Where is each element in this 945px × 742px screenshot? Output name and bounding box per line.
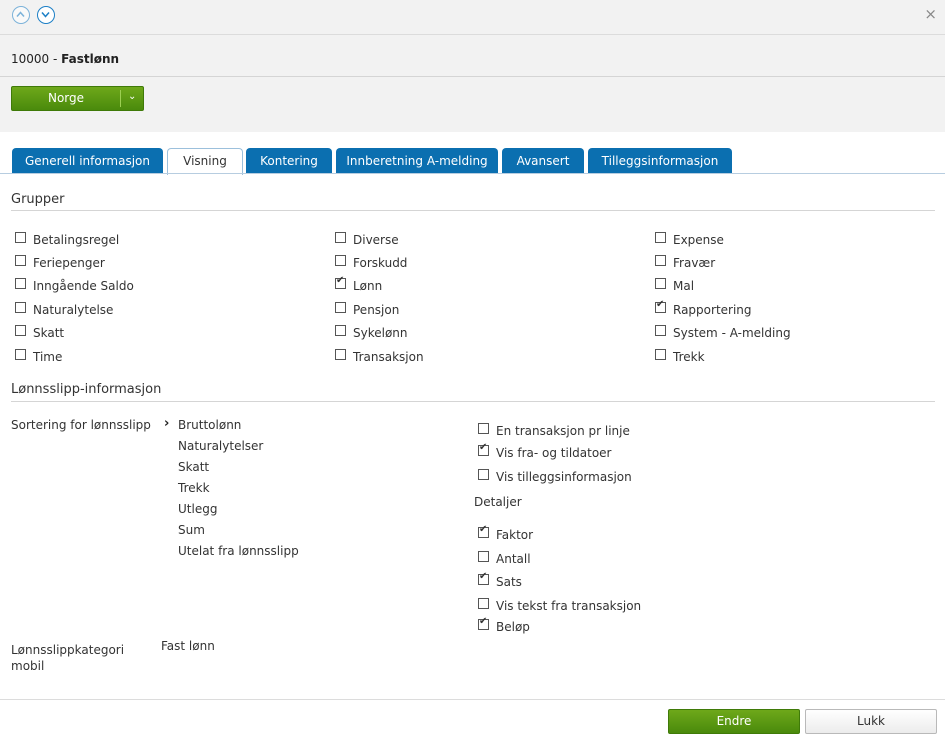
group-checkbox[interactable]: Time bbox=[15, 349, 62, 364]
sort-list-item[interactable]: Sum bbox=[178, 523, 205, 537]
checkbox[interactable] bbox=[655, 325, 666, 336]
checkbox[interactable] bbox=[15, 325, 26, 336]
divider bbox=[11, 210, 935, 211]
tab-kontering[interactable]: Kontering bbox=[246, 148, 332, 174]
detail-checkbox[interactable]: Antall bbox=[478, 551, 531, 566]
checkbox[interactable] bbox=[335, 232, 346, 243]
group-checkbox[interactable]: Naturalytelse bbox=[15, 302, 113, 317]
details-label: Detaljer bbox=[474, 495, 522, 509]
group-checkbox[interactable]: Pensjon bbox=[335, 302, 399, 317]
option-checkbox[interactable]: En transaksjon pr linje bbox=[478, 423, 630, 438]
checkbox[interactable] bbox=[335, 275, 346, 289]
group-checkbox[interactable]: Forskudd bbox=[335, 255, 407, 270]
country-split-button[interactable]: Norge ⌄ bbox=[11, 86, 144, 111]
header-panel: × 10000 - Fastlønn Norge ⌄ bbox=[0, 0, 945, 132]
sort-list-item[interactable]: Utelat fra lønnsslipp bbox=[178, 544, 299, 558]
checkbox[interactable] bbox=[478, 524, 489, 538]
group-checkbox[interactable]: Skatt bbox=[15, 325, 64, 340]
checkbox[interactable] bbox=[478, 551, 489, 562]
checkbox[interactable] bbox=[335, 302, 346, 313]
tab-innberetning-a-melding[interactable]: Innberetning A-melding bbox=[336, 148, 498, 174]
section-title-groups: Grupper bbox=[11, 192, 65, 207]
group-checkbox[interactable]: Inngående Saldo bbox=[15, 278, 134, 293]
detail-checkbox[interactable]: Faktor bbox=[478, 524, 533, 542]
group-checkbox[interactable]: Transaksjon bbox=[335, 349, 424, 364]
checkbox[interactable] bbox=[478, 469, 489, 480]
divider bbox=[120, 90, 121, 107]
tab-visning[interactable]: Visning bbox=[167, 148, 243, 175]
checkbox[interactable] bbox=[15, 255, 26, 266]
group-checkbox[interactable]: Mal bbox=[655, 278, 694, 293]
group-checkbox[interactable]: Fravær bbox=[655, 255, 715, 270]
close-button[interactable]: Lukk bbox=[805, 709, 937, 734]
checkbox[interactable] bbox=[15, 302, 26, 313]
group-checkbox[interactable]: Sykelønn bbox=[335, 325, 408, 340]
record-name: Fastlønn bbox=[61, 52, 120, 66]
sort-list-item[interactable]: Utlegg bbox=[178, 502, 217, 516]
option-checkbox[interactable]: Vis fra- og tildatoer bbox=[478, 442, 611, 460]
detail-checkbox[interactable]: Sats bbox=[478, 571, 522, 589]
category-label: Lønnsslippkategori bbox=[11, 643, 125, 657]
divider bbox=[0, 76, 945, 77]
chevron-up-icon bbox=[16, 11, 25, 17]
tab-tilleggsinformasjon[interactable]: Tilleggsinformasjon bbox=[588, 148, 732, 174]
sort-list-item[interactable]: Trekk bbox=[178, 481, 210, 495]
checkbox[interactable] bbox=[15, 349, 26, 360]
category-value: Fast lønn bbox=[161, 639, 215, 653]
record-id: 10000 - bbox=[11, 52, 62, 66]
chevron-down-icon[interactable]: ⌄ bbox=[128, 91, 136, 102]
detail-checkbox[interactable]: Vis tekst fra transaksjon bbox=[478, 598, 641, 613]
group-checkbox[interactable]: Diverse bbox=[335, 232, 399, 247]
checkbox[interactable] bbox=[478, 442, 489, 456]
checkbox[interactable] bbox=[655, 278, 666, 289]
next-record-button[interactable] bbox=[37, 6, 55, 24]
divider bbox=[0, 173, 945, 174]
header-toolbar: × bbox=[0, 0, 945, 35]
checkbox[interactable] bbox=[655, 255, 666, 266]
checkbox[interactable] bbox=[478, 571, 489, 585]
tab-avansert[interactable]: Avansert bbox=[502, 148, 584, 174]
group-checkbox[interactable]: System - A-melding bbox=[655, 325, 791, 340]
checkbox[interactable] bbox=[655, 232, 666, 243]
chevron-down-icon bbox=[41, 12, 50, 18]
detail-checkbox[interactable]: Beløp bbox=[478, 616, 530, 634]
tab-generell-informasjon[interactable]: Generell informasjon bbox=[12, 148, 163, 174]
edit-button[interactable]: Endre bbox=[668, 709, 800, 734]
checkbox[interactable] bbox=[335, 349, 346, 360]
divider bbox=[11, 401, 935, 402]
tab-bar: Generell informasjon Visning Kontering I… bbox=[0, 145, 945, 175]
group-checkbox[interactable]: Feriepenger bbox=[15, 255, 105, 270]
group-checkbox[interactable]: Betalingsregel bbox=[15, 232, 119, 247]
sort-label: Sortering for lønnsslipp bbox=[11, 418, 151, 432]
sort-list-item[interactable]: Naturalytelser bbox=[178, 439, 263, 453]
checkbox[interactable] bbox=[335, 255, 346, 266]
sort-list-item[interactable]: Skatt bbox=[178, 460, 209, 474]
section-title-payslip: Lønnsslipp-informasjon bbox=[11, 382, 162, 397]
checkbox[interactable] bbox=[335, 325, 346, 336]
group-checkbox[interactable]: Rapportering bbox=[655, 299, 752, 317]
close-icon[interactable]: × bbox=[924, 5, 937, 23]
category-label: mobil bbox=[11, 659, 45, 673]
group-checkbox[interactable]: Expense bbox=[655, 232, 724, 247]
divider bbox=[0, 699, 945, 700]
sort-list-item[interactable]: Bruttolønn bbox=[178, 418, 241, 432]
checkbox[interactable] bbox=[15, 232, 26, 243]
country-button-label[interactable]: Norge bbox=[12, 87, 120, 110]
checkbox[interactable] bbox=[655, 349, 666, 360]
option-checkbox[interactable]: Vis tilleggsinformasjon bbox=[478, 469, 632, 484]
group-checkbox[interactable]: Lønn bbox=[335, 275, 382, 293]
chevron-right-icon: › bbox=[164, 416, 170, 431]
checkbox[interactable] bbox=[15, 278, 26, 289]
previous-record-button[interactable] bbox=[12, 6, 30, 24]
checkbox[interactable] bbox=[478, 423, 489, 434]
checkbox[interactable] bbox=[655, 299, 666, 313]
checkbox[interactable] bbox=[478, 598, 489, 609]
group-checkbox[interactable]: Trekk bbox=[655, 349, 705, 364]
record-title: 10000 - Fastlønn bbox=[11, 52, 119, 66]
checkbox[interactable] bbox=[478, 616, 489, 630]
